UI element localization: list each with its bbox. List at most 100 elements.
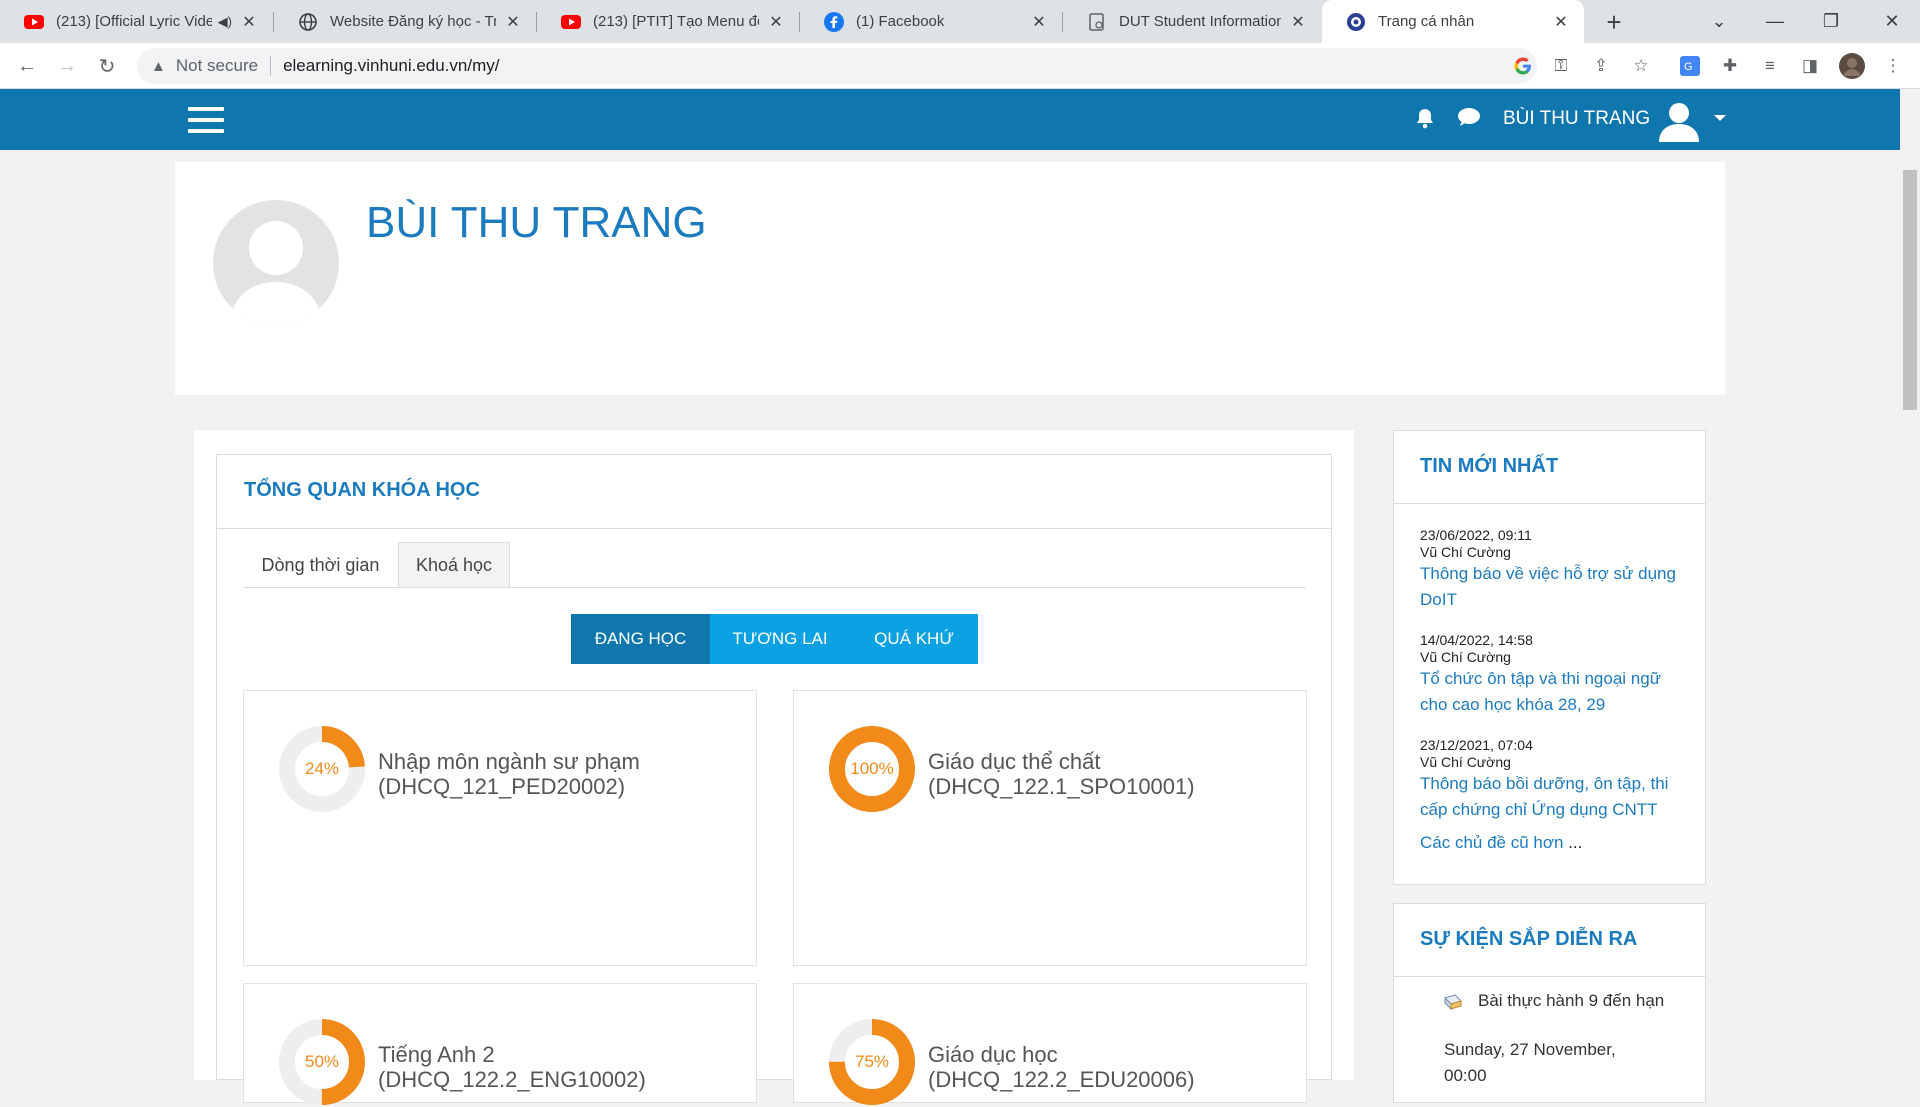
browser-toolbar: ← → ↻ ▲ Not secure elearning.vinhuni.edu… [0, 43, 1920, 89]
page-icon [1087, 12, 1107, 32]
user-menu-caret-icon[interactable] [1714, 115, 1726, 121]
omnibox-divider [270, 56, 272, 76]
close-tab-icon[interactable]: ✕ [240, 12, 258, 32]
assignment-icon [1444, 994, 1462, 1011]
tab-divider [243, 587, 1306, 588]
scrollbar-thumb[interactable] [1903, 170, 1917, 410]
course-progress-label: 24% [304, 759, 340, 778]
profile-name: BÙI THU TRANG [366, 198, 707, 247]
news-author: Vũ Chí Cường [1420, 649, 1511, 665]
filter-past-button[interactable]: QUÁ KHỨ [850, 614, 978, 664]
profile-avatar-icon[interactable] [1839, 53, 1865, 79]
news-date: 14/04/2022, 14:58 [1420, 632, 1533, 648]
course-progress-label: 50% [304, 1052, 340, 1071]
course-title[interactable]: Giáo dục thể chất [928, 749, 1195, 774]
user-menu-avatar-icon[interactable] [1657, 98, 1701, 147]
browser-tab-bar: (213) [Official Lyric Vide ◀) ✕ Website … [0, 0, 1920, 43]
tab-title: (1) Facebook [856, 13, 945, 30]
tab-title: DUT Student Information Sy [1119, 13, 1281, 30]
profile-avatar [213, 200, 339, 326]
older-topics-link[interactable]: Các chủ đề cũ hơn [1420, 833, 1563, 852]
moodle-icon [1346, 12, 1366, 32]
event-date: Sunday, 27 November, [1444, 1040, 1616, 1059]
extensions-puzzle-icon[interactable]: ✚ [1717, 53, 1743, 79]
audio-playing-icon[interactable]: ◀) [218, 14, 232, 30]
course-title[interactable]: Giáo dục học [928, 1042, 1195, 1067]
svg-text:G: G [1684, 61, 1693, 73]
course-overview-title: TỔNG QUAN KHÓA HỌC [244, 479, 480, 501]
course-progress-label: 100% [850, 759, 894, 778]
key-icon[interactable]: ⚿ [1548, 53, 1574, 79]
course-code[interactable]: (DHCQ_122.1_SPO10001) [928, 774, 1195, 799]
close-tab-icon[interactable]: ✕ [1030, 12, 1048, 32]
profile-header-card [175, 162, 1725, 395]
back-icon[interactable]: ← [12, 51, 42, 81]
share-icon[interactable]: ⇪ [1588, 53, 1614, 79]
bookmark-star-icon[interactable]: ☆ [1628, 53, 1654, 79]
course-name[interactable]: Tiếng Anh 2 (DHCQ_122.2_ENG10002) [378, 1042, 646, 1092]
tab-search-icon[interactable]: ⌄ [1691, 0, 1747, 43]
tab-timeline[interactable]: Dòng thời gian [243, 542, 398, 588]
tab-courses[interactable]: Khoá học [398, 542, 510, 588]
browser-tab[interactable]: DUT Student Information Sy ✕ [1063, 0, 1321, 43]
browser-tab[interactable]: Website Đăng ký học - Trực ✕ [274, 0, 536, 43]
tab-title: (213) [Official Lyric Vide [56, 13, 212, 30]
minimize-icon[interactable]: — [1747, 0, 1803, 43]
browser-tab[interactable]: (213) [Official Lyric Vide ◀) ✕ [0, 0, 272, 43]
news-author: Vũ Chí Cường [1420, 754, 1511, 770]
close-tab-icon[interactable]: ✕ [767, 12, 785, 32]
google-icon[interactable] [1510, 53, 1536, 79]
news-author: Vũ Chí Cường [1420, 544, 1511, 560]
tab-title: (213) [PTIT] Tạo Menu động [593, 13, 759, 30]
youtube-icon [561, 12, 581, 32]
filter-future-button[interactable]: TƯƠNG LAI [710, 614, 850, 664]
course-title[interactable]: Tiếng Anh 2 [378, 1042, 646, 1067]
restore-icon[interactable]: ❐ [1803, 0, 1859, 43]
forward-icon[interactable]: → [52, 51, 82, 81]
news-link[interactable]: Thông báo về việc hỗ trợ sử dụng DoIT [1420, 561, 1690, 613]
course-name[interactable]: Giáo dục thể chất (DHCQ_122.1_SPO10001) [928, 749, 1195, 799]
header-user-name[interactable]: BÙI THU TRANG [1503, 108, 1650, 130]
course-name[interactable]: Giáo dục học (DHCQ_122.2_EDU20006) [928, 1042, 1195, 1092]
older-topics-ellipsis: ... [1568, 833, 1583, 852]
upcoming-events-title: SỰ KIỆN SẮP DIỄN RA [1420, 928, 1638, 950]
security-label[interactable]: Not secure [176, 56, 258, 76]
messages-chat-icon[interactable] [1457, 107, 1481, 133]
warning-icon[interactable]: ▲ [151, 58, 166, 75]
browser-tab[interactable]: (1) Facebook ✕ [800, 0, 1062, 43]
course-name[interactable]: Nhập môn ngành sư phạm (DHCQ_121_PED2000… [378, 749, 640, 799]
youtube-icon [24, 12, 44, 32]
news-link[interactable]: Thông báo bồi dưỡng, ôn tập, thi cấp chứ… [1420, 771, 1690, 823]
event-link[interactable]: Bài thực hành 9 đến hạn [1478, 988, 1688, 1014]
nav-drawer-toggle-icon[interactable] [188, 107, 224, 133]
globe-icon [298, 12, 318, 32]
translate-extension-icon[interactable]: G [1677, 53, 1703, 79]
news-date: 23/12/2021, 07:04 [1420, 737, 1533, 753]
older-topics: Các chủ đề cũ hơn ... [1420, 833, 1582, 853]
url-text[interactable]: elearning.vinhuni.edu.vn/my/ [283, 56, 499, 76]
window-close-icon[interactable]: ✕ [1864, 0, 1920, 43]
facebook-icon [824, 11, 844, 32]
browser-menu-icon[interactable]: ⋮ [1880, 53, 1906, 79]
close-tab-icon[interactable]: ✕ [1289, 12, 1307, 32]
tab-title: Trang cá nhân [1378, 13, 1475, 30]
tab-title: Website Đăng ký học - Trực [330, 13, 496, 30]
browser-tab-active[interactable]: Trang cá nhân ✕ [1322, 0, 1584, 43]
news-date: 23/06/2022, 09:11 [1420, 527, 1532, 543]
close-tab-icon[interactable]: ✕ [504, 12, 522, 32]
news-link[interactable]: Tổ chức ôn tập và thi ngoại ngữ cho cao … [1420, 666, 1690, 718]
address-bar[interactable]: ▲ Not secure elearning.vinhuni.edu.vn/my… [137, 48, 1537, 84]
course-title[interactable]: Nhập môn ngành sư phạm [378, 749, 640, 774]
side-panel-icon[interactable]: ◨ [1797, 53, 1823, 79]
site-header: BÙI THU TRANG [0, 89, 1900, 150]
course-progress-label: 75% [854, 1052, 890, 1071]
media-control-icon[interactable]: ≡ [1757, 53, 1783, 79]
course-code[interactable]: (DHCQ_121_PED20002) [378, 774, 640, 799]
filter-in-progress-button[interactable]: ĐANG HỌC [571, 614, 710, 664]
close-tab-icon[interactable]: ✕ [1552, 12, 1570, 32]
event-time: 00:00 [1444, 1066, 1487, 1085]
reload-icon[interactable]: ↻ [92, 51, 122, 81]
browser-tab[interactable]: (213) [PTIT] Tạo Menu động ✕ [537, 0, 799, 43]
notification-bell-icon[interactable] [1415, 107, 1435, 135]
new-tab-button[interactable]: + [1598, 6, 1630, 38]
